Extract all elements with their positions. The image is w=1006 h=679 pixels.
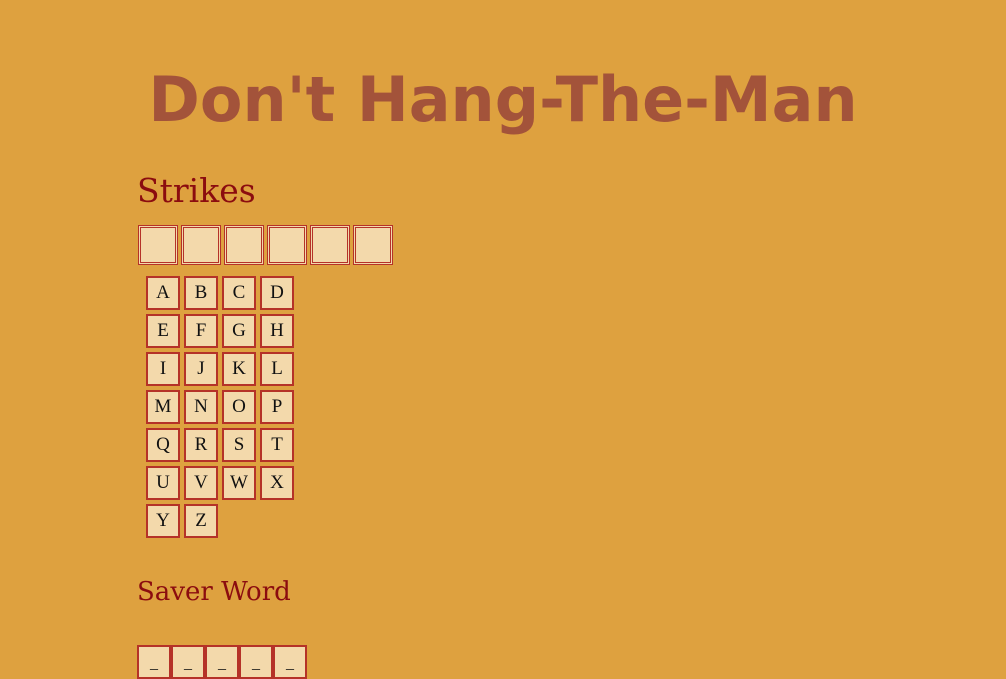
letter-tile-v[interactable]: V	[184, 466, 218, 500]
letter-tile-k[interactable]: K	[222, 352, 256, 386]
saver-word-slot: _	[239, 645, 273, 679]
strike-box	[181, 225, 221, 265]
strikes-row	[138, 225, 396, 265]
letter-tile-n[interactable]: N	[184, 390, 218, 424]
letter-tile-b[interactable]: B	[184, 276, 218, 310]
letter-tile-m[interactable]: M	[146, 390, 180, 424]
letter-tile-l[interactable]: L	[260, 352, 294, 386]
letter-tile-i[interactable]: I	[146, 352, 180, 386]
letter-tile-j[interactable]: J	[184, 352, 218, 386]
saver-word-slot: _	[205, 645, 239, 679]
game-title: Don't Hang-The-Man	[148, 62, 858, 136]
letter-tile-g[interactable]: G	[222, 314, 256, 348]
letter-tile-u[interactable]: U	[146, 466, 180, 500]
letter-tile-y[interactable]: Y	[146, 504, 180, 538]
strike-box	[353, 225, 393, 265]
strike-box	[138, 225, 178, 265]
letter-tile-p[interactable]: P	[260, 390, 294, 424]
saver-word-row: _ _ _ _ _	[137, 645, 307, 679]
strike-box	[267, 225, 307, 265]
letter-keyboard: ABCD EFGH IJKL MNOP QRST UVWX YZ	[146, 276, 294, 538]
letter-tile-r[interactable]: R	[184, 428, 218, 462]
letter-tile-a[interactable]: A	[146, 276, 180, 310]
letter-tile-q[interactable]: Q	[146, 428, 180, 462]
letter-tile-f[interactable]: F	[184, 314, 218, 348]
letter-tile-s[interactable]: S	[222, 428, 256, 462]
letter-tile-z[interactable]: Z	[184, 504, 218, 538]
saver-word-slot: _	[137, 645, 171, 679]
letter-tile-c[interactable]: C	[222, 276, 256, 310]
letter-tile-w[interactable]: W	[222, 466, 256, 500]
letter-tile-x[interactable]: X	[260, 466, 294, 500]
saver-word-slot: _	[273, 645, 307, 679]
saver-word-slot: _	[171, 645, 205, 679]
strike-box	[224, 225, 264, 265]
saver-word-heading: Saver Word	[137, 577, 291, 607]
letter-tile-o[interactable]: O	[222, 390, 256, 424]
letter-tile-h[interactable]: H	[260, 314, 294, 348]
strike-box	[310, 225, 350, 265]
letter-tile-e[interactable]: E	[146, 314, 180, 348]
strikes-heading: Strikes	[137, 171, 256, 210]
letter-tile-t[interactable]: T	[260, 428, 294, 462]
letter-tile-d[interactable]: D	[260, 276, 294, 310]
